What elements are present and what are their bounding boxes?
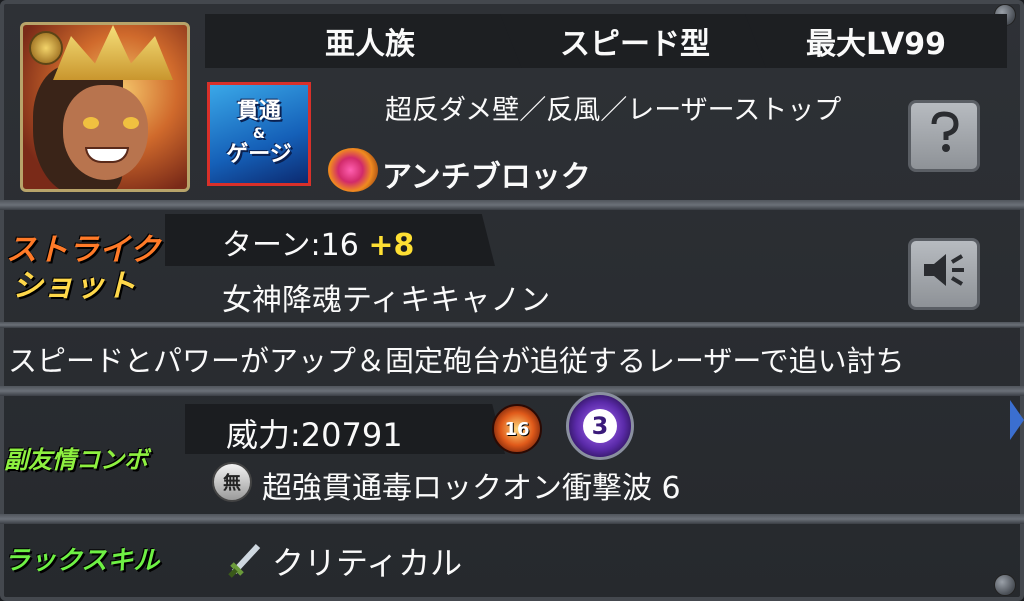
main-abilities: 超反ダメ壁／反風／レーザーストップ [385,95,842,126]
sword-icon [226,540,266,580]
divider [0,386,1024,396]
sub-combo-name: 超強貫通毒ロックオン衝撃波 6 [262,471,681,506]
max-level-label: 最大LV99 [745,14,1007,68]
strike-shot-name: 女神降魂ティキキャノン [222,283,551,318]
corner-rivet [994,574,1016,596]
strike-shot-turns: ターン:16 +8 [222,220,414,264]
divider [0,200,1024,210]
strike-shot-label-line2: ショット [12,268,136,304]
luck-skill-name: クリティカル [272,544,463,582]
strike-shot-label-line1: ストライク [6,232,161,268]
gauge-ability: アンチブロック [382,160,591,195]
gauge-icon-line1: 貫通 [236,99,281,125]
sub-combo-label: 副友情コンボ [4,446,148,474]
race-label: 亜人族 [205,14,535,68]
voice-button[interactable] [908,238,980,310]
type-label: スピード型 [500,14,770,68]
anti-block-icon [328,148,378,192]
help-button[interactable] [908,100,980,172]
combo-level-badge: 16 [492,404,542,454]
question-icon [924,110,964,163]
combo-power: 威力:20791 [226,416,403,454]
gauge-icon-line3: ゲージ [226,142,292,168]
pierce-gauge-icon: 貫通 & ゲージ [207,82,311,186]
turn-count: ターン:16 [222,228,359,263]
combo-level-value: 16 [504,418,530,440]
divider [0,514,1024,524]
turn-bonus: +8 [368,228,415,263]
element-badge-label: 無 [223,473,241,494]
strike-shot-label: ストライク ショット [6,232,160,304]
gauge-icon-line2: & [252,125,266,142]
character-avatar[interactable] [20,22,190,192]
speaker-icon [920,250,968,299]
strike-shot-description: スピードとパワーがアップ＆固定砲台が追従するレーザーで追い討ち [8,344,905,378]
divider [0,322,1024,328]
combo-count-value: 3 [583,409,617,443]
combo-count-badge: 3 [566,392,634,460]
sun-emblem-icon [29,31,63,65]
no-element-icon: 無 [212,462,252,502]
luck-skill-label: ラックスキル [4,546,160,576]
